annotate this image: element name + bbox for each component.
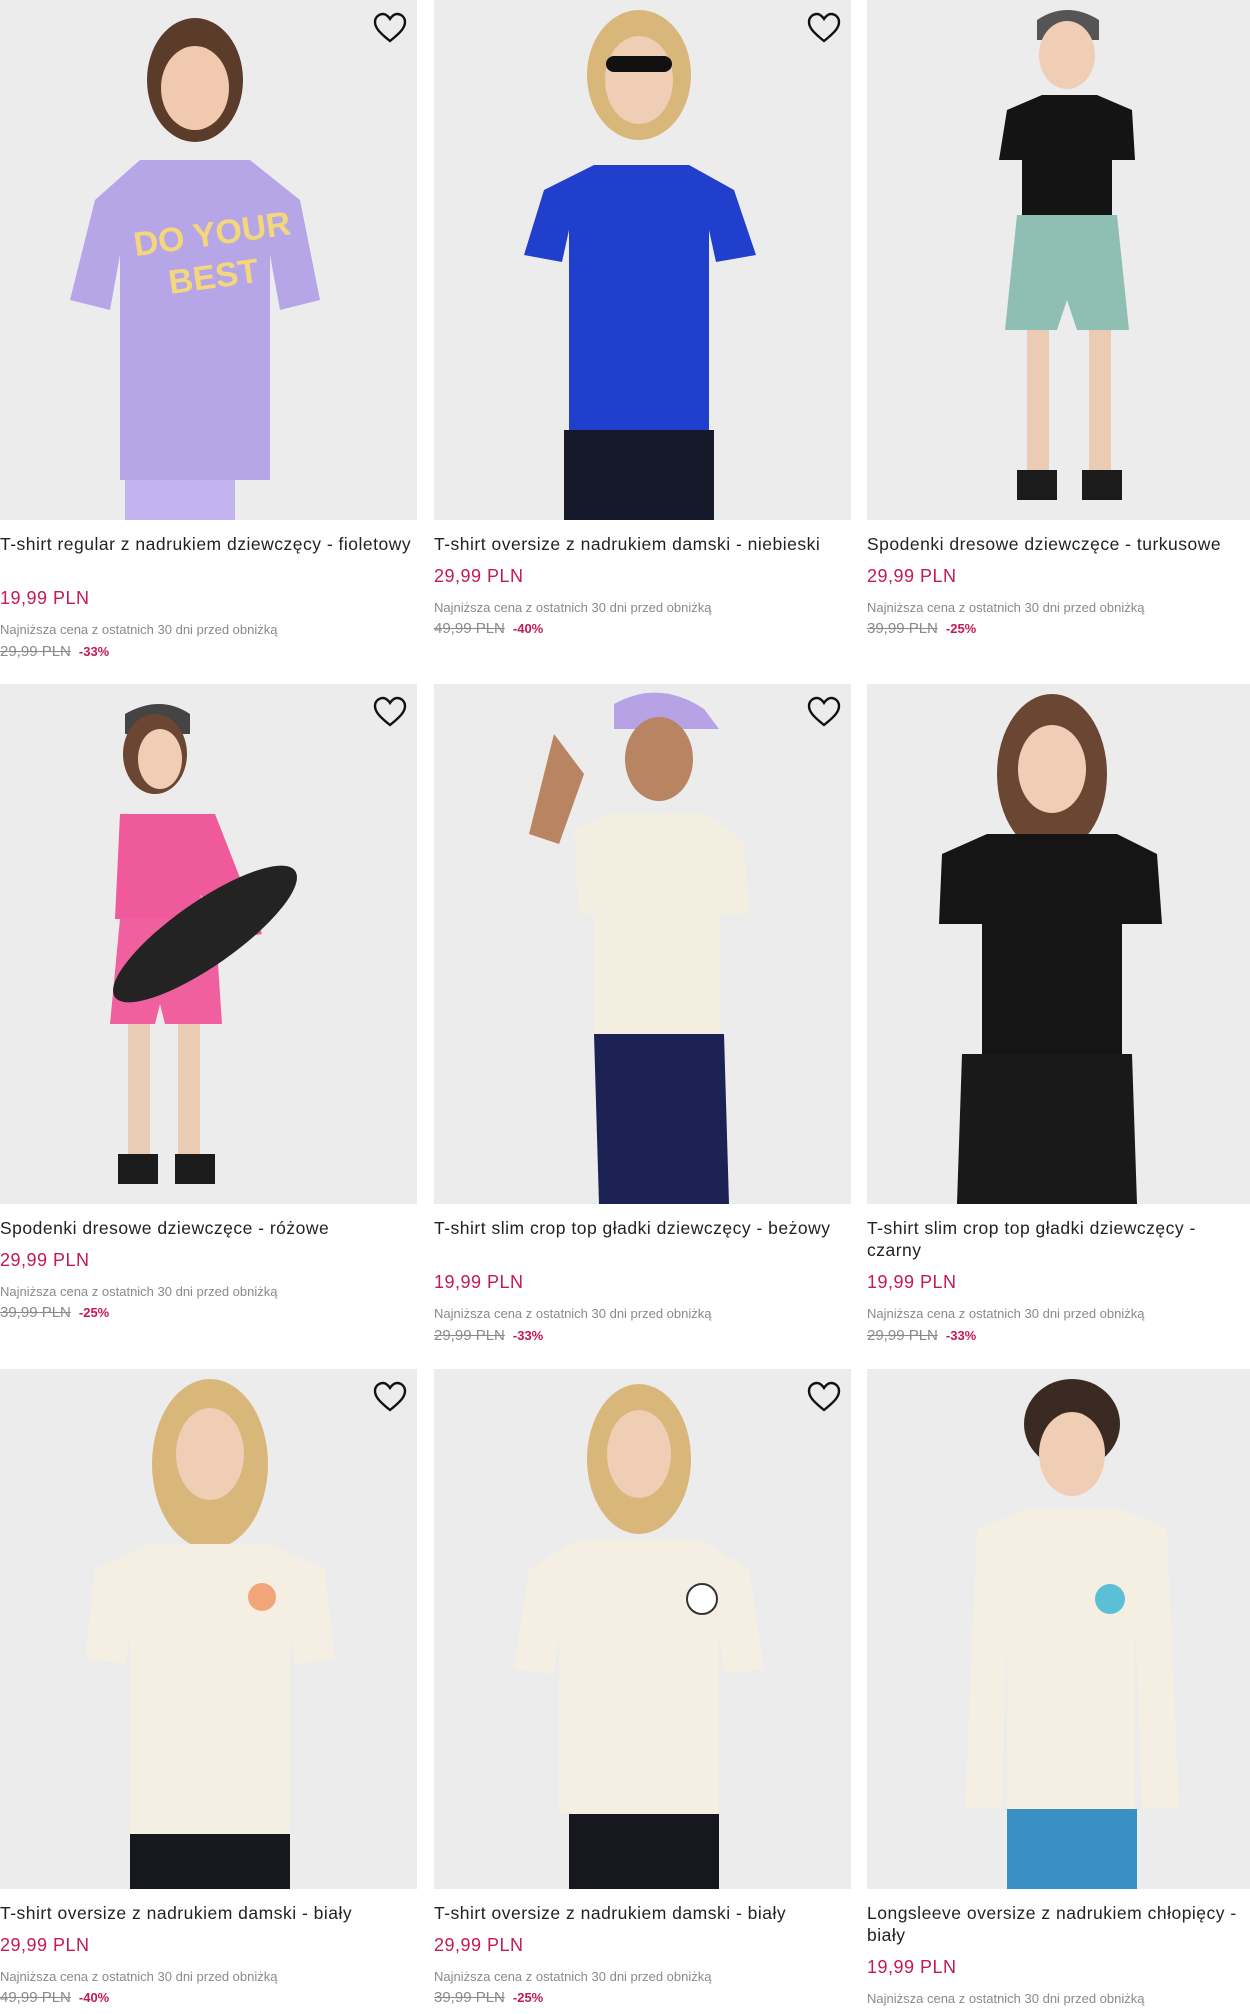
- lowest-price-label: Najniższa cena z ostatnich 30 dni przed …: [867, 600, 1145, 615]
- product-title[interactable]: T-shirt oversize z nadrukiem damski - ni…: [434, 533, 846, 555]
- old-price-row: 49,99 PLN -40%: [0, 1989, 109, 2006]
- discount-badge: -25%: [512, 1990, 544, 2005]
- product-photo[interactable]: DO YOUR BEST: [0, 0, 417, 520]
- product-title[interactable]: T-shirt slim crop top gładki dziewczęcy …: [867, 1217, 1250, 1261]
- product-price: 19,99 PLN: [867, 1272, 957, 1292]
- product-title[interactable]: T-shirt oversize z nadrukiem damski - bi…: [434, 1902, 846, 1924]
- favorite-heart-icon[interactable]: [807, 12, 841, 44]
- discount-badge: -25%: [945, 621, 977, 636]
- lowest-price-label: Najniższa cena z ostatnich 30 dni przed …: [867, 1991, 1145, 2006]
- product-title[interactable]: T-shirt slim crop top gładki dziewczęcy …: [434, 1217, 846, 1239]
- old-price: 49,99 PLN: [0, 1989, 71, 2006]
- product-price: 29,99 PLN: [0, 1935, 90, 1955]
- product-price: 19,99 PLN: [867, 1957, 957, 1977]
- old-price-row: 39,99 PLN -25%: [867, 620, 976, 637]
- lowest-price-label: Najniższa cena z ostatnich 30 dni przed …: [434, 1969, 712, 1984]
- product-price: 29,99 PLN: [434, 566, 524, 586]
- old-price-row: 29,99 PLN -33%: [434, 1327, 543, 1344]
- product-title[interactable]: Longsleeve oversize z nadrukiem chłopięc…: [867, 1902, 1250, 1946]
- old-price: 29,99 PLN: [0, 643, 71, 660]
- old-price: 39,99 PLN: [867, 620, 938, 637]
- lowest-price-label: Najniższa cena z ostatnich 30 dni przed …: [0, 1969, 278, 1984]
- old-price-row: 29,99 PLN -33%: [867, 1327, 976, 1344]
- product-price: 19,99 PLN: [434, 1272, 524, 1292]
- lowest-price-label: Najniższa cena z ostatnich 30 dni przed …: [434, 1306, 712, 1321]
- favorite-heart-icon[interactable]: [373, 1381, 407, 1413]
- product-photo-illustration: [434, 1369, 851, 1889]
- product-photo-illustration: [434, 684, 851, 1204]
- product-photo-illustration: [0, 1369, 417, 1889]
- old-price-row: 39,99 PLN -25%: [0, 1304, 109, 1321]
- product-price: 29,99 PLN: [867, 566, 957, 586]
- favorite-heart-icon[interactable]: [807, 1381, 841, 1413]
- product-photo-illustration: [867, 684, 1250, 1204]
- product-title[interactable]: Spodenki dresowe dziewczęce - różowe: [0, 1217, 412, 1239]
- product-photo[interactable]: [434, 684, 851, 1204]
- lowest-price-label: Najniższa cena z ostatnich 30 dni przed …: [434, 600, 712, 615]
- old-price-row: 29,99 PLN -33%: [0, 643, 109, 660]
- product-price: 29,99 PLN: [0, 1250, 90, 1270]
- discount-badge: -33%: [78, 644, 110, 659]
- discount-badge: -33%: [512, 1328, 544, 1343]
- product-photo-illustration: [867, 1369, 1250, 1889]
- product-title[interactable]: T-shirt regular z nadrukiem dziewczęcy -…: [0, 533, 412, 555]
- product-photo[interactable]: [434, 0, 851, 520]
- product-price: 19,99 PLN: [0, 588, 90, 608]
- product-photo-illustration: [867, 0, 1250, 520]
- lowest-price-label: Najniższa cena z ostatnich 30 dni przed …: [867, 1306, 1145, 1321]
- product-photo[interactable]: [0, 1369, 417, 1889]
- product-photo[interactable]: [867, 0, 1250, 520]
- discount-badge: -33%: [945, 1328, 977, 1343]
- old-price: 39,99 PLN: [0, 1304, 71, 1321]
- product-photo[interactable]: [0, 684, 417, 1204]
- favorite-heart-icon[interactable]: [373, 12, 407, 44]
- product-price: 29,99 PLN: [434, 1935, 524, 1955]
- product-photo[interactable]: [867, 1369, 1250, 1889]
- old-price: 39,99 PLN: [434, 1989, 505, 2006]
- product-photo-illustration: [0, 684, 417, 1204]
- favorite-heart-icon[interactable]: [807, 696, 841, 728]
- old-price-row: 49,99 PLN -40%: [434, 620, 543, 637]
- discount-badge: -40%: [78, 1990, 110, 2005]
- old-price: 49,99 PLN: [434, 620, 505, 637]
- product-title[interactable]: T-shirt oversize z nadrukiem damski - bi…: [0, 1902, 412, 1924]
- old-price-row: 39,99 PLN -25%: [434, 1989, 543, 2006]
- product-photo[interactable]: [867, 684, 1250, 1204]
- product-title[interactable]: Spodenki dresowe dziewczęce - turkusowe: [867, 533, 1250, 555]
- product-photo-illustration: DO YOUR BEST: [0, 0, 417, 520]
- favorite-heart-icon[interactable]: [373, 696, 407, 728]
- discount-badge: -40%: [512, 621, 544, 636]
- old-price: 29,99 PLN: [867, 1327, 938, 1344]
- product-photo[interactable]: [434, 1369, 851, 1889]
- old-price: 29,99 PLN: [434, 1327, 505, 1344]
- discount-badge: -25%: [78, 1305, 110, 1320]
- lowest-price-label: Najniższa cena z ostatnich 30 dni przed …: [0, 622, 278, 637]
- product-photo-illustration: [434, 0, 851, 520]
- lowest-price-label: Najniższa cena z ostatnich 30 dni przed …: [0, 1284, 278, 1299]
